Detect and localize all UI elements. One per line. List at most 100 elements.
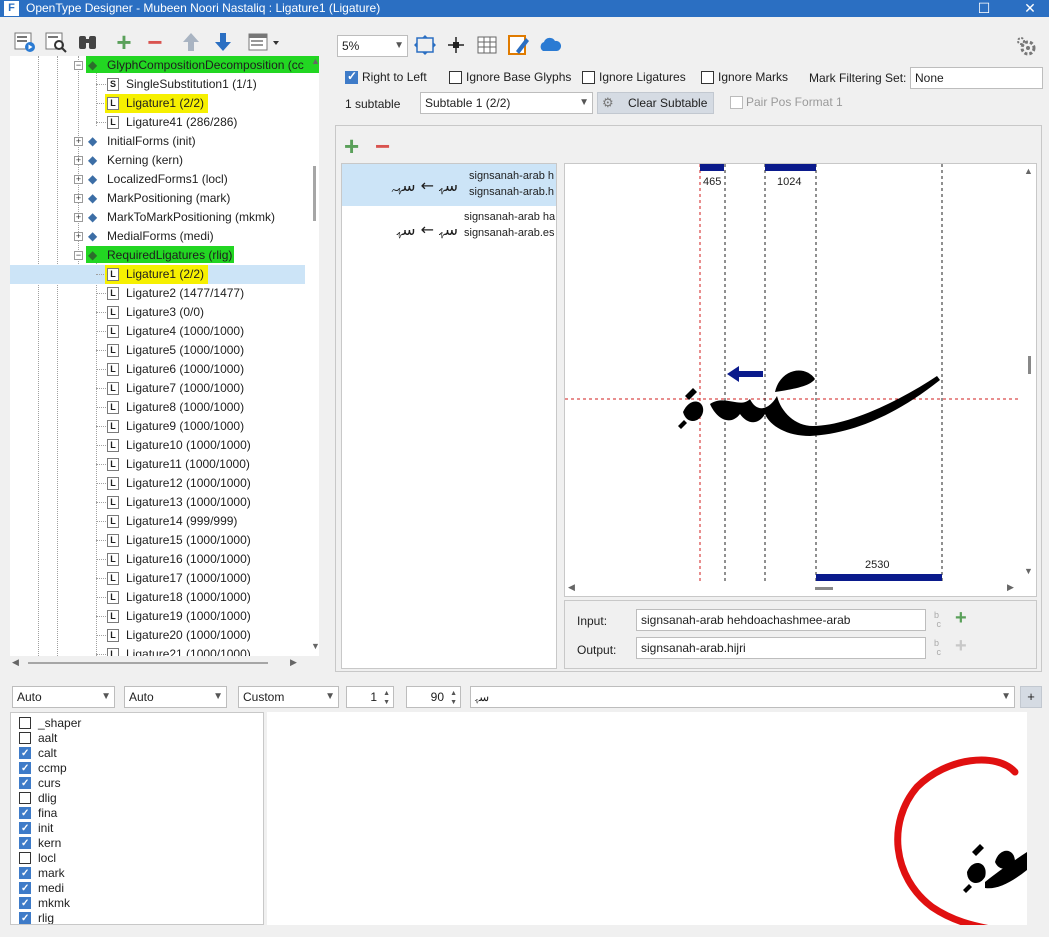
feature-item[interactable]: init — [19, 821, 219, 836]
canvas-scroll-up[interactable]: ▲ — [1024, 166, 1033, 176]
output-field[interactable] — [636, 637, 926, 659]
close-button[interactable]: ✕ — [1010, 0, 1049, 17]
ignore-base-glyphs-checkbox[interactable] — [449, 71, 462, 84]
feature-item[interactable]: curs — [19, 776, 219, 791]
add-rule-icon[interactable]: + — [344, 133, 359, 159]
right-to-left-checkbox[interactable] — [345, 69, 358, 84]
feature-checkbox[interactable] — [19, 746, 31, 761]
add-input-icon[interactable]: + — [955, 607, 967, 630]
tree-node[interactable]: L Ligature15 (1000/1000) — [10, 531, 319, 550]
canvas-hscroll-thumb[interactable] — [815, 587, 833, 590]
feature-checkbox[interactable] — [19, 806, 31, 821]
ignore-ligatures-checkbox[interactable] — [582, 71, 595, 84]
grid-icon[interactable] — [474, 34, 500, 58]
tree-node[interactable]: L Ligature11 (1000/1000) — [10, 455, 319, 474]
feature-item[interactable]: locl — [19, 851, 219, 866]
feature-item[interactable]: mark — [19, 866, 219, 881]
tree-node[interactable]: L Ligature5 (1000/1000) — [10, 341, 319, 360]
feature-item[interactable]: kern — [19, 836, 219, 851]
tree-node[interactable]: L Ligature18 (1000/1000) — [10, 588, 319, 607]
tree-node[interactable]: L Ligature8 (1000/1000) — [10, 398, 319, 417]
tree-node[interactable]: S SingleSubstitution1 (1/1) — [10, 75, 319, 94]
move-down-icon[interactable] — [210, 31, 236, 55]
line-spinner[interactable]: 1 ▲ ▼ — [346, 686, 394, 708]
run-icon[interactable] — [12, 31, 38, 55]
tree-node[interactable]: L Ligature12 (1000/1000) — [10, 474, 319, 493]
feature-checkbox[interactable] — [19, 821, 31, 836]
rule-item[interactable]: ﺳﮩ ← ﺳﮩ signsanah-arab ha signsanah-arab… — [342, 206, 556, 248]
features-combo[interactable]: Custom ▼ — [238, 686, 339, 708]
glyph-canvas[interactable]: 465 1024 2530 ▲ ▼ ◀ ▶ — [564, 163, 1037, 597]
tree-node[interactable]: L Ligature13 (1000/1000) — [10, 493, 319, 512]
tree-node[interactable]: L Ligature10 (1000/1000) — [10, 436, 319, 455]
rule-item-selected[interactable]: ﺳﮩ ← ﺳﮩﮧ signsanah-arab h signsanah-arab… — [342, 164, 556, 206]
feature-item[interactable]: fina — [19, 806, 219, 821]
feature-item[interactable]: ccmp — [19, 761, 219, 776]
glyph-picker-icon[interactable]: b c — [934, 639, 941, 657]
tree-node[interactable]: L Ligature2 (1477/1477) — [10, 284, 319, 303]
view-menu-icon[interactable] — [246, 31, 282, 55]
tree-node[interactable]: L Ligature20 (1000/1000) — [10, 626, 319, 645]
tree-node[interactable]: L Ligature16 (1000/1000) — [10, 550, 319, 569]
tree-node[interactable]: + ◆ Kerning (kern) — [10, 151, 319, 170]
tree-node[interactable]: − ◆ GlyphCompositionDecomposition (cc — [10, 56, 319, 75]
feature-checkbox[interactable] — [19, 732, 31, 744]
language-combo[interactable]: Auto ▼ — [124, 686, 227, 708]
tree-node[interactable]: L Ligature7 (1000/1000) — [10, 379, 319, 398]
feature-item[interactable]: calt — [19, 746, 219, 761]
tree-node[interactable]: L Ligature17 (1000/1000) — [10, 569, 319, 588]
binoculars-icon[interactable] — [75, 31, 101, 55]
ignore-marks-checkbox[interactable] — [701, 71, 714, 84]
move-up-icon[interactable] — [178, 31, 204, 55]
preview-text-combo[interactable]: ﺳﮩ ▼ — [470, 686, 1015, 708]
tree-node[interactable]: − ◆ RequiredLigatures (rlig) — [10, 246, 319, 265]
feature-item[interactable]: dlig — [19, 791, 219, 806]
tree-horizontal-scrollbar[interactable]: ◀ ▶ — [10, 657, 310, 669]
feature-item[interactable]: aalt — [19, 731, 219, 746]
feature-checkbox[interactable] — [19, 761, 31, 776]
feature-checkbox[interactable] — [19, 776, 31, 791]
settings-icon[interactable] — [1013, 34, 1039, 58]
feature-checkbox[interactable] — [19, 717, 31, 729]
mark-filtering-set-field[interactable] — [910, 67, 1043, 89]
feature-checkbox[interactable] — [19, 881, 31, 896]
subtable-combo[interactable]: Subtable 1 (2/2) ▼ — [420, 92, 593, 114]
feature-item[interactable]: medi — [19, 881, 219, 896]
feature-checkbox[interactable] — [19, 896, 31, 911]
tree-node[interactable]: L Ligature21 (1000/1000) — [10, 645, 319, 656]
tree-node[interactable]: + ◆ MedialForms (medi) — [10, 227, 319, 246]
canvas-vscroll-thumb[interactable] — [1028, 356, 1031, 374]
tree-node[interactable]: + ◆ LocalizedForms1 (locl) — [10, 170, 319, 189]
feature-checkbox[interactable] — [19, 911, 31, 924]
cloud-icon[interactable] — [536, 34, 564, 58]
tree-node[interactable]: + ◆ InitialForms (init) — [10, 132, 319, 151]
tree-vertical-scrollbar[interactable]: ▲ ▼ — [309, 56, 321, 656]
edit-glyph-icon[interactable] — [505, 33, 531, 57]
add-preview-button[interactable]: + — [1020, 686, 1042, 708]
rule-list[interactable]: ﺳﮩ ← ﺳﮩﮧ signsanah-arab h signsanah-arab… — [341, 163, 557, 669]
glyph-picker-icon[interactable]: b c — [934, 611, 941, 629]
zoom-combo[interactable]: 5% ▼ — [337, 35, 408, 57]
tree-node[interactable]: L Ligature1 (2/2) — [10, 94, 319, 113]
script-combo[interactable]: Auto ▼ — [12, 686, 115, 708]
add-icon[interactable]: + — [111, 29, 137, 55]
find-icon[interactable] — [43, 31, 69, 55]
remove-rule-icon[interactable]: − — [375, 133, 390, 159]
tree-node[interactable]: + ◆ MarkToMarkPositioning (mkmk) — [10, 208, 319, 227]
tree-node[interactable]: L Ligature19 (1000/1000) — [10, 607, 319, 626]
tree-node[interactable]: L Ligature14 (999/999) — [10, 512, 319, 531]
feature-checkbox[interactable] — [19, 866, 31, 881]
feature-item[interactable]: mkmk — [19, 896, 219, 911]
tree-node[interactable]: + ◆ MarkPositioning (mark) — [10, 189, 319, 208]
feature-item[interactable]: _shaper — [19, 716, 219, 731]
feature-item[interactable]: rlig — [19, 911, 219, 924]
feature-checkbox[interactable] — [19, 792, 31, 804]
feature-list[interactable]: _shaperaaltcaltccmpcursdligfinainitkernl… — [10, 712, 264, 925]
remove-icon[interactable]: − — [142, 29, 168, 55]
tree-node[interactable]: L Ligature6 (1000/1000) — [10, 360, 319, 379]
canvas-scroll-left[interactable]: ◀ — [568, 582, 575, 593]
maximize-button[interactable]: ☐ — [964, 0, 1004, 17]
tree-node[interactable]: L Ligature3 (0/0) — [10, 303, 319, 322]
clear-subtable-button[interactable]: ⚙ Clear Subtable — [597, 92, 714, 114]
canvas-scroll-down[interactable]: ▼ — [1024, 566, 1033, 576]
